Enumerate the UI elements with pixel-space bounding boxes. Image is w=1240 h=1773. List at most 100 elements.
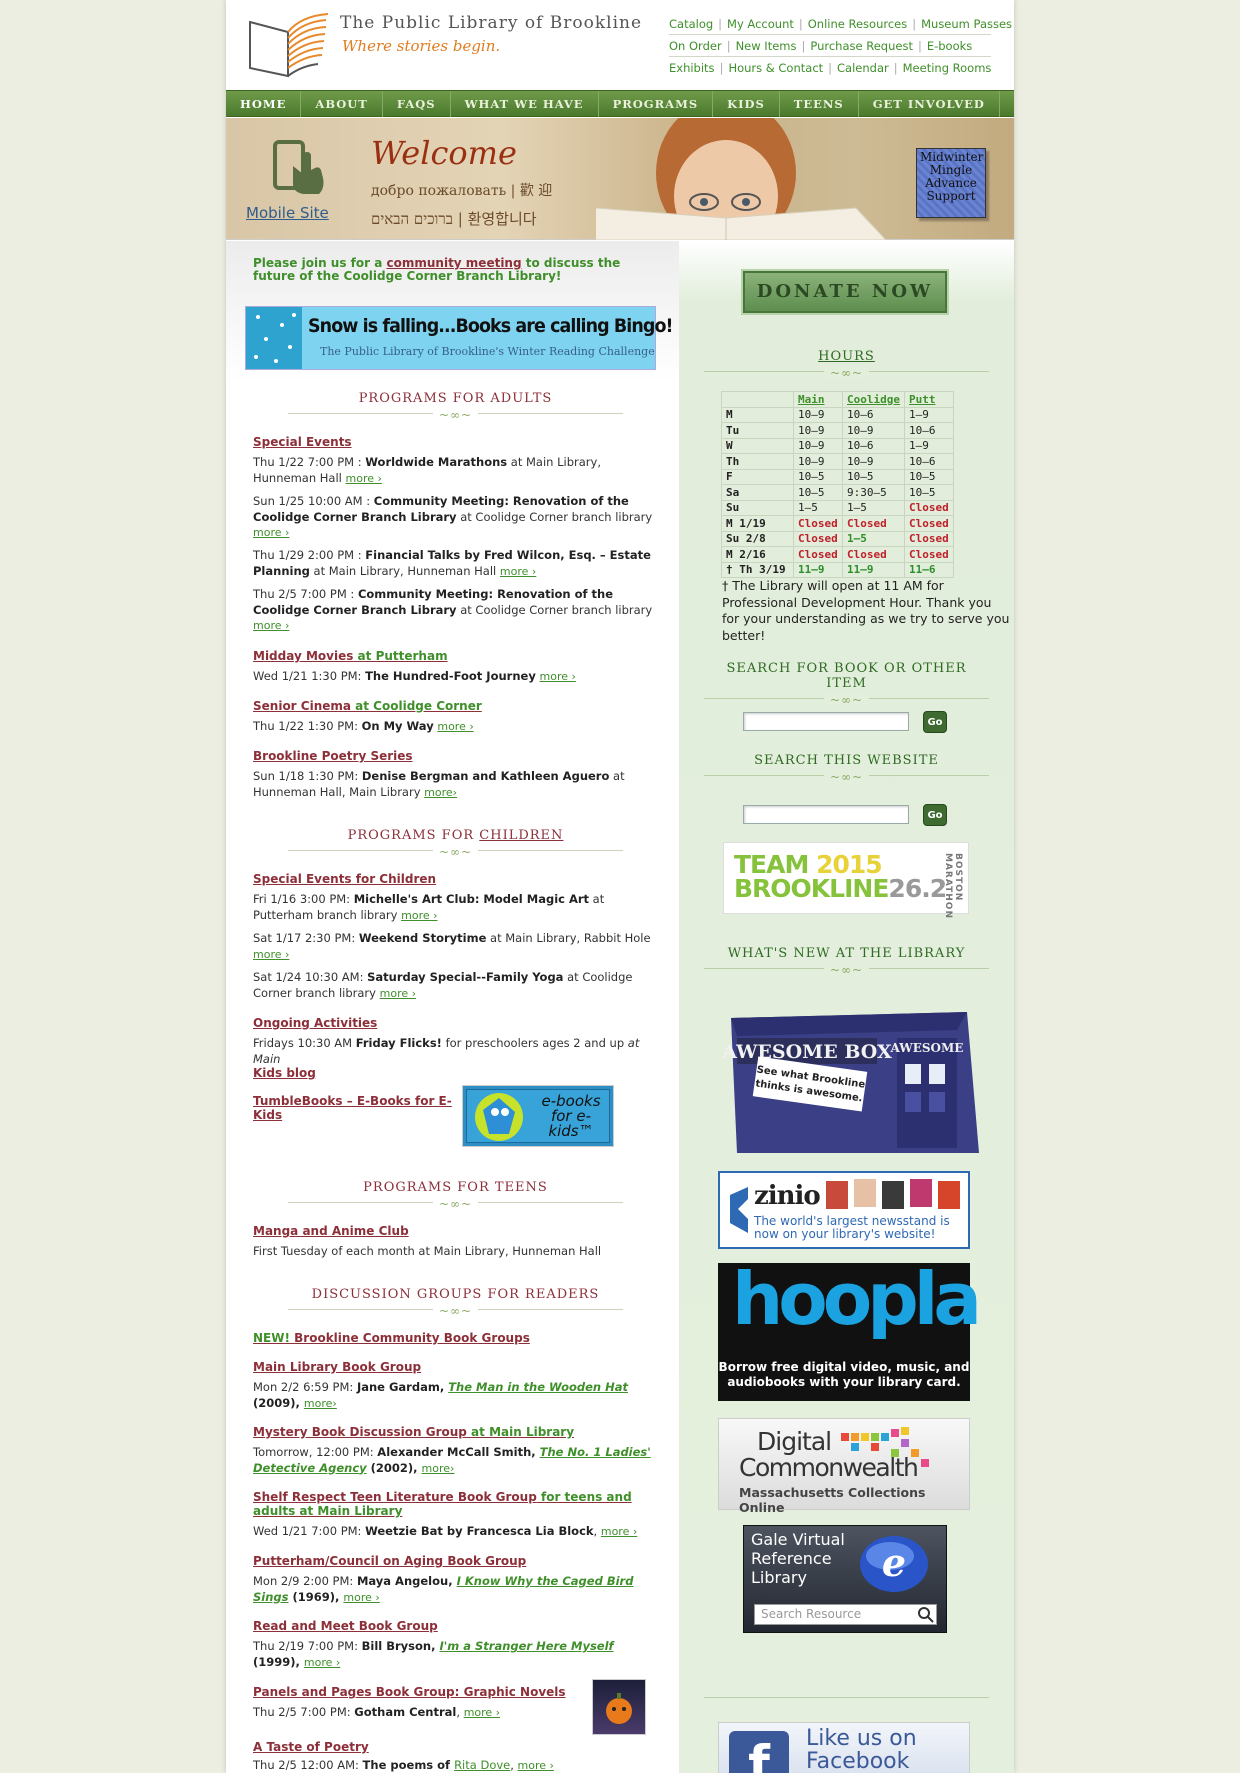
book-title-link[interactable]: The Man in the Wooden Hat [448, 1380, 628, 1394]
manga-anime-club-link[interactable]: Manga and Anime Club [253, 1224, 409, 1238]
more-link[interactable]: more › [540, 670, 576, 683]
putterham-book-group-link[interactable]: Putterham/Council on Aging Book Group [253, 1554, 526, 1568]
mystery-book-group-link[interactable]: Mystery Book Discussion Group at Main Li… [253, 1425, 574, 1439]
hoopla-banner[interactable]: hoopla Borrow free digital video, music,… [718, 1257, 982, 1401]
facebook-banner[interactable]: f Like us on Facebook [718, 1722, 970, 1773]
link-online-resources[interactable]: Online Resources [808, 17, 907, 31]
midwinter-mingle-badge[interactable]: Midwinter Mingle Advance Support [916, 148, 986, 218]
poetry-series-link[interactable]: Brookline Poetry Series [253, 749, 413, 763]
nav-teens[interactable]: TEENS [780, 91, 859, 117]
nav-faqs[interactable]: FAQS [383, 91, 451, 117]
event-title: Worldwide Marathons [365, 455, 508, 469]
hours-cell: 9:30–5 [842, 484, 905, 501]
library-title[interactable]: The Public Library of Brookline [340, 13, 642, 33]
more-link[interactable]: more › [437, 720, 473, 733]
link-calendar[interactable]: Calendar [837, 61, 889, 75]
senior-cinema-link[interactable]: Senior Cinema at Coolidge Corner [253, 699, 482, 713]
graphic-novel-thumbnail[interactable] [592, 1679, 646, 1735]
nav-what-we-have[interactable]: WHAT WE HAVE [451, 91, 599, 117]
search-book-heading-text: SEARCH FOR BOOK OR OTHER ITEM [726, 661, 967, 691]
more-link[interactable]: more › [343, 1591, 379, 1604]
gale-search-input[interactable]: Search Resource [754, 1604, 937, 1625]
nav-get-involved[interactable]: GET INVOLVED [859, 91, 1000, 117]
winter-reading-banner[interactable]: Snow is falling...Books are calling Bing… [245, 306, 674, 370]
nav-home[interactable]: HOME [226, 91, 302, 117]
more-link[interactable]: more › [500, 565, 536, 578]
community-book-groups-title: Brookline Community Book Groups [294, 1331, 530, 1345]
tumblebooks-link[interactable]: TumbleBooks – E-Books for E-Kids [253, 1094, 453, 1122]
team-brookline-banner[interactable]: TEAM 2015 BROOKLINE26.2 BOSTON MARATHON [723, 842, 969, 919]
hours-cell: 10–5 [842, 468, 905, 485]
kids-blog-link[interactable]: Kids blog [253, 1066, 316, 1080]
event-time: Sun 1/18 1:30 PM: [253, 769, 362, 783]
magazine-covers [826, 1179, 960, 1209]
more-link[interactable]: more › [346, 472, 382, 485]
col-main[interactable]: Main [793, 391, 843, 408]
more-link[interactable]: more › [253, 526, 289, 539]
more-link[interactable]: more › [304, 1656, 340, 1669]
table-row: F 10–5 10–5 10–5 [721, 468, 954, 485]
more-link[interactable]: more› [424, 786, 457, 799]
more-link[interactable]: more › [518, 1759, 554, 1772]
digital-commonwealth-banner[interactable]: Digital Commonwealth Massachusetts Colle… [718, 1418, 970, 1515]
col-putterham[interactable]: Putt [903, 391, 954, 408]
day-cell: Tu [721, 422, 794, 439]
mobile-site-link[interactable]: Mobile Site [246, 204, 329, 222]
catalog-search-go-button[interactable]: Go [923, 711, 947, 733]
link-purchase-request[interactable]: Purchase Request [810, 39, 913, 53]
day-cell: W [721, 437, 794, 454]
more-link[interactable]: more › [253, 619, 289, 632]
community-meeting-link[interactable]: community meeting [387, 256, 522, 270]
link-museum-passes[interactable]: Museum Passes [921, 17, 1012, 31]
more-link[interactable]: more › [401, 909, 437, 922]
link-hours-contact[interactable]: Hours & Contact [728, 61, 823, 75]
list-item: Sat 1/24 10:30 AM: Saturday Special--Fam… [253, 970, 658, 1001]
more-link[interactable]: more› [422, 1462, 455, 1475]
read-and-meet-link[interactable]: Read and Meet Book Group [253, 1619, 438, 1633]
book-title-link[interactable]: I'm a Stranger Here Myself [439, 1639, 613, 1653]
ongoing-activities-link[interactable]: Ongoing Activities [253, 1016, 377, 1030]
mobile-phone-icon[interactable] [271, 140, 327, 200]
nav-kids[interactable]: KIDS [713, 91, 780, 117]
event-time: Fri 1/16 3:00 PM: [253, 892, 354, 906]
midday-movies-link[interactable]: Midday Movies at Putterham [253, 649, 448, 663]
special-events-link[interactable]: Special Events [253, 435, 352, 449]
link-catalog[interactable]: Catalog [669, 17, 713, 31]
gale-virtual-reference-banner[interactable]: Gale Virtual Reference Library e Search … [743, 1525, 947, 1633]
main-library-book-group-link[interactable]: Main Library Book Group [253, 1360, 421, 1374]
shelf-respect-book-group-link[interactable]: Shelf Respect Teen Literature Book Group… [253, 1490, 658, 1518]
link-meeting-rooms[interactable]: Meeting Rooms [903, 61, 992, 75]
donate-now-button[interactable]: DONATE NOW [743, 271, 947, 313]
taste-of-poetry-link[interactable]: A Taste of Poetry [253, 1740, 369, 1754]
awesome-box-image[interactable]: AWESOME BOX See what Brookline thinks is… [717, 1008, 979, 1153]
link-on-order[interactable]: On Order [669, 39, 722, 53]
link-exhibits[interactable]: Exhibits [669, 61, 715, 75]
nav-about[interactable]: ABOUT [301, 91, 383, 117]
library-logo[interactable] [246, 10, 336, 82]
nav-programs[interactable]: PROGRAMS [599, 91, 714, 117]
catalog-search-input[interactable] [743, 712, 909, 731]
community-book-groups-link[interactable]: NEW! Brookline Community Book Groups [253, 1331, 530, 1345]
children-heading-link[interactable]: CHILDREN [479, 828, 563, 843]
hours-heading-link[interactable]: HOURS [704, 349, 989, 364]
poet-link[interactable]: Rita Dove [454, 1758, 510, 1772]
col-coolidge[interactable]: Coolidge [842, 391, 905, 408]
link-my-account[interactable]: My Account [727, 17, 794, 31]
site-search-go-button[interactable]: Go [923, 804, 947, 826]
zinio-banner[interactable]: zinio The world's largest newsstand is n… [718, 1171, 970, 1249]
search-icon[interactable] [918, 1607, 934, 1623]
more-link[interactable]: more › [601, 1525, 637, 1538]
hours-cell: 1–9 [903, 406, 954, 423]
more-link[interactable]: more› [304, 1397, 337, 1410]
utility-links-row: Exhibits | Hours & Contact | Calendar | Mee… [669, 61, 992, 75]
more-link[interactable]: more › [253, 948, 289, 961]
event-time: Thu 1/22 7:00 PM : [253, 455, 366, 469]
more-link[interactable]: more › [380, 987, 416, 1000]
link-new-items[interactable]: New Items [736, 39, 797, 53]
panels-pages-link[interactable]: Panels and Pages Book Group: Graphic Nov… [253, 1685, 566, 1699]
ebooks-for-ekids-banner[interactable]: e-books for e-kids™ [462, 1085, 614, 1147]
special-events-children-link[interactable]: Special Events for Children [253, 872, 436, 886]
site-search-input[interactable] [743, 805, 909, 824]
link-ebooks[interactable]: E-books [927, 39, 972, 53]
more-link[interactable]: more › [464, 1706, 500, 1719]
